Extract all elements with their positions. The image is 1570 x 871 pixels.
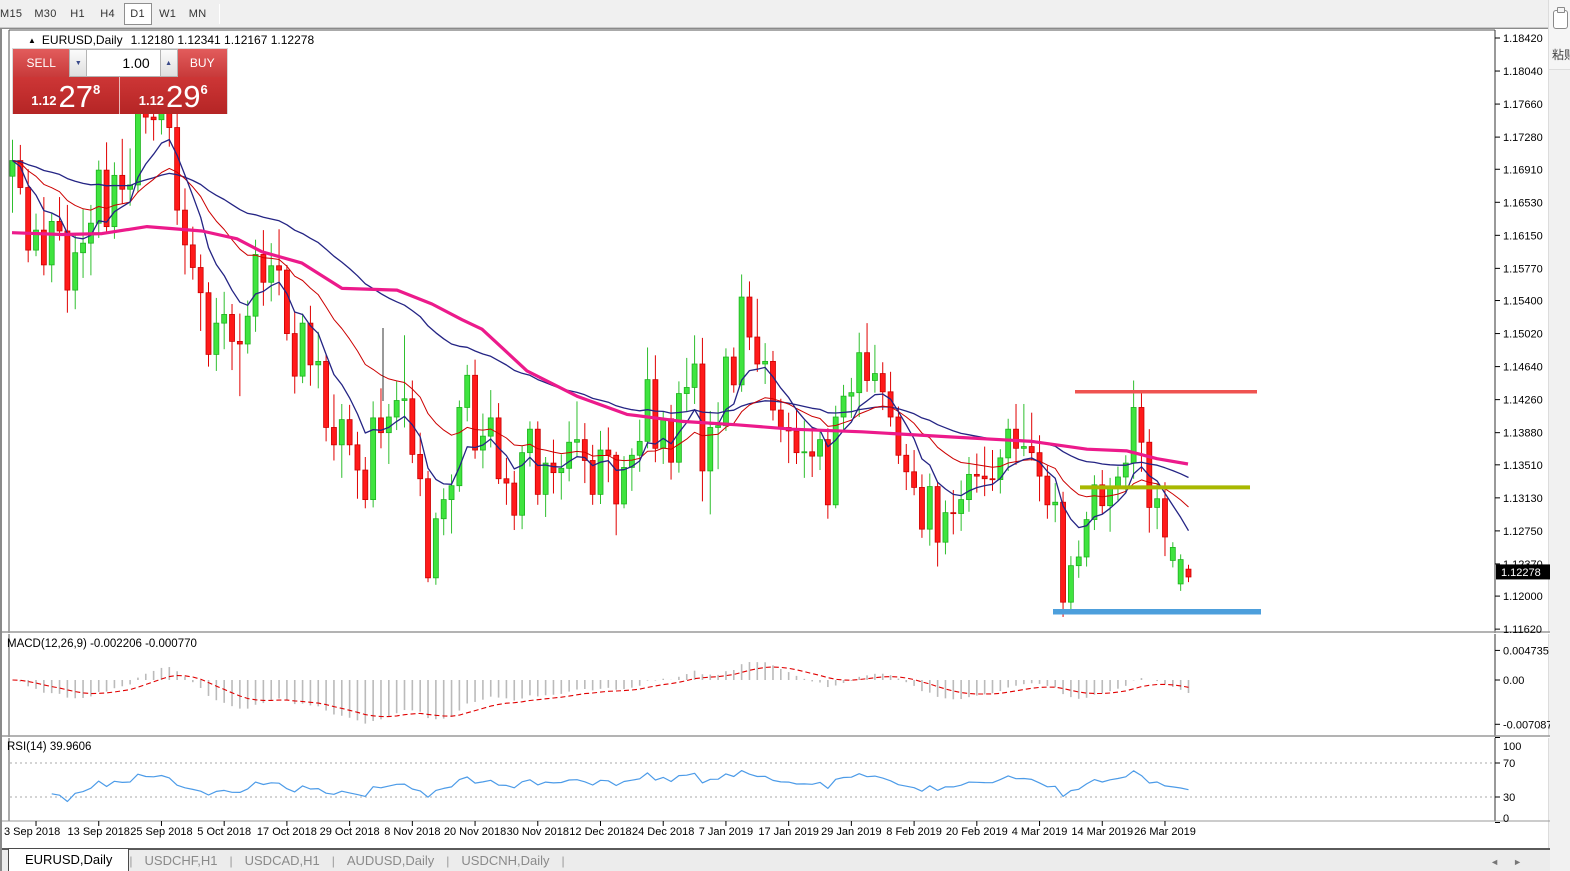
timeframe-button-m15[interactable]: M15 xyxy=(0,3,27,25)
sell-price-sup: 8 xyxy=(93,82,100,97)
svg-text:13 Sep 2018: 13 Sep 2018 xyxy=(68,826,130,838)
collapse-triangle-icon[interactable]: ▲ xyxy=(28,36,36,45)
macd-name: MACD(12,26,9) xyxy=(7,638,87,650)
svg-text:1.13130: 1.13130 xyxy=(1503,493,1543,505)
chart-tab-audusd[interactable]: AUDUSD,Daily xyxy=(335,850,446,871)
svg-text:-0.007087: -0.007087 xyxy=(1503,719,1550,731)
sell-price-prefix: 1.12 xyxy=(31,93,56,108)
svg-text:1.16530: 1.16530 xyxy=(1503,197,1543,209)
timeframe-button-mn[interactable]: MN xyxy=(184,3,212,25)
svg-text:24 Dec 2018: 24 Dec 2018 xyxy=(632,826,694,838)
clipboard-icon xyxy=(1553,10,1568,29)
svg-text:1.12000: 1.12000 xyxy=(1503,591,1543,603)
svg-text:1.12278: 1.12278 xyxy=(1501,567,1541,579)
svg-text:17 Jan 2019: 17 Jan 2019 xyxy=(758,826,819,838)
paste-label: 粘贴 xyxy=(1552,46,1570,63)
buy-price-prefix: 1.12 xyxy=(139,93,164,108)
svg-text:0.00: 0.00 xyxy=(1503,675,1524,687)
paste-button[interactable]: 粘贴 xyxy=(1549,0,1570,70)
svg-text:8 Feb 2019: 8 Feb 2019 xyxy=(886,826,942,838)
tab-scroll-left-icon[interactable]: ◄ xyxy=(1490,857,1499,867)
macd-values: -0.002206 -0.000770 xyxy=(90,638,197,650)
svg-text:1.16150: 1.16150 xyxy=(1503,230,1543,242)
sell-button[interactable]: SELL xyxy=(13,49,69,77)
svg-text:1.18040: 1.18040 xyxy=(1503,66,1543,78)
svg-text:29 Oct 2018: 29 Oct 2018 xyxy=(320,826,380,838)
volume-decrease-button[interactable]: ▼ xyxy=(69,49,87,77)
chart-window: 1.18420 1.18040 1.17660 1.17280 1.16910 1.165… xyxy=(0,28,1548,871)
buy-quote-button[interactable]: 1.12296 xyxy=(120,77,228,114)
price-chart-canvas[interactable]: 1.18420 1.18040 1.17660 1.17280 1.16910 1.165… xyxy=(2,29,1550,871)
svg-text:12 Dec 2018: 12 Dec 2018 xyxy=(569,826,631,838)
svg-text:0: 0 xyxy=(1503,813,1509,825)
svg-text:1.15770: 1.15770 xyxy=(1503,263,1543,275)
svg-text:30 Nov 2018: 30 Nov 2018 xyxy=(507,826,569,838)
buy-price-big: 29 xyxy=(166,82,200,111)
svg-text:20 Feb 2019: 20 Feb 2019 xyxy=(946,826,1008,838)
timeframe-toolbar: M15M30H1H4D1W1MN xyxy=(0,0,1548,28)
chart-tab-usdcad[interactable]: USDCAD,H1 xyxy=(233,850,332,871)
svg-text:70: 70 xyxy=(1503,758,1515,770)
timeframe-button-d1[interactable]: D1 xyxy=(124,3,152,25)
svg-text:17 Oct 2018: 17 Oct 2018 xyxy=(257,826,317,838)
timeframe-button-h1[interactable]: H1 xyxy=(64,3,92,25)
timeframe-button-w1[interactable]: W1 xyxy=(154,3,182,25)
tab-scroll-right-icon[interactable]: ► xyxy=(1513,857,1522,867)
chart-tab-usdchf[interactable]: USDCHF,H1 xyxy=(133,850,230,871)
svg-text:1.15400: 1.15400 xyxy=(1503,296,1543,308)
svg-text:1.15020: 1.15020 xyxy=(1503,329,1543,341)
chart-tab-bar: EURUSD,Daily|USDCHF,H1|USDCAD,H1|AUDUSD,… xyxy=(2,848,1550,871)
svg-text:1.17660: 1.17660 xyxy=(1503,99,1543,111)
svg-text:26 Mar 2019: 26 Mar 2019 xyxy=(1134,826,1196,838)
svg-text:29 Jan 2019: 29 Jan 2019 xyxy=(821,826,882,838)
svg-text:1.12750: 1.12750 xyxy=(1503,526,1543,538)
chart-symbol-period: EURUSD,Daily xyxy=(42,33,123,47)
svg-text:100: 100 xyxy=(1503,741,1521,753)
timeframe-button-h4[interactable]: H4 xyxy=(94,3,122,25)
buy-price-sup: 6 xyxy=(201,82,208,97)
chart-tab-eurusd[interactable]: EURUSD,Daily xyxy=(8,848,129,871)
timeframe-button-m30[interactable]: M30 xyxy=(29,3,61,25)
svg-text:5 Oct 2018: 5 Oct 2018 xyxy=(197,826,251,838)
svg-text:1.18420: 1.18420 xyxy=(1503,33,1543,45)
svg-text:0.004735: 0.004735 xyxy=(1503,645,1549,657)
svg-text:1.14260: 1.14260 xyxy=(1503,395,1543,407)
sell-price-big: 27 xyxy=(59,82,93,111)
svg-text:1.17280: 1.17280 xyxy=(1503,132,1543,144)
svg-text:25 Sep 2018: 25 Sep 2018 xyxy=(130,826,192,838)
chart-ohlc-values: 1.12180 1.12341 1.12167 1.12278 xyxy=(131,33,315,47)
svg-text:1.16910: 1.16910 xyxy=(1503,164,1543,176)
chart-tabs: EURUSD,Daily|USDCHF,H1|USDCAD,H1|AUDUSD,… xyxy=(2,850,565,871)
side-panel: 粘贴 xyxy=(1548,0,1570,871)
volume-input[interactable]: 1.00 xyxy=(87,49,159,77)
rsi-label: RSI(14) 39.9606 xyxy=(7,741,91,753)
one-click-trading-panel: SELL ▼ 1.00 ▲ BUY 1.12278 1.12296 xyxy=(12,48,228,114)
toolbar-separator xyxy=(219,4,220,24)
chart-title: ▲ EURUSD,Daily 1.12180 1.12341 1.12167 1.1… xyxy=(28,33,314,47)
volume-increase-button[interactable]: ▲ xyxy=(160,49,178,77)
tab-separator: | xyxy=(562,854,565,871)
tab-scroll-arrows: ◄ ► xyxy=(1490,857,1522,867)
rsi-name: RSI(14) xyxy=(7,741,47,753)
svg-text:30: 30 xyxy=(1503,792,1515,804)
svg-text:14 Mar 2019: 14 Mar 2019 xyxy=(1071,826,1133,838)
svg-text:20 Nov 2018: 20 Nov 2018 xyxy=(444,826,506,838)
macd-label: MACD(12,26,9) -0.002206 -0.000770 xyxy=(7,638,197,650)
mt4-terminal: M15M30H1H4D1W1MN 粘贴 1.18420 1.18040 1.1766… xyxy=(0,0,1570,871)
svg-text:1.13510: 1.13510 xyxy=(1503,460,1543,472)
svg-text:1.11620: 1.11620 xyxy=(1503,624,1542,636)
svg-text:4 Mar 2019: 4 Mar 2019 xyxy=(1012,826,1068,838)
rsi-value: 39.9606 xyxy=(50,741,92,753)
chart-tab-usdcnh[interactable]: USDCNH,Daily xyxy=(449,850,561,871)
sell-quote-button[interactable]: 1.12278 xyxy=(13,77,120,114)
svg-text:1.13880: 1.13880 xyxy=(1503,428,1543,440)
svg-text:7 Jan 2019: 7 Jan 2019 xyxy=(699,826,753,838)
svg-text:3 Sep 2018: 3 Sep 2018 xyxy=(4,826,60,838)
svg-text:8 Nov 2018: 8 Nov 2018 xyxy=(384,826,440,838)
svg-text:1.14640: 1.14640 xyxy=(1503,362,1543,374)
buy-button[interactable]: BUY xyxy=(178,49,228,77)
